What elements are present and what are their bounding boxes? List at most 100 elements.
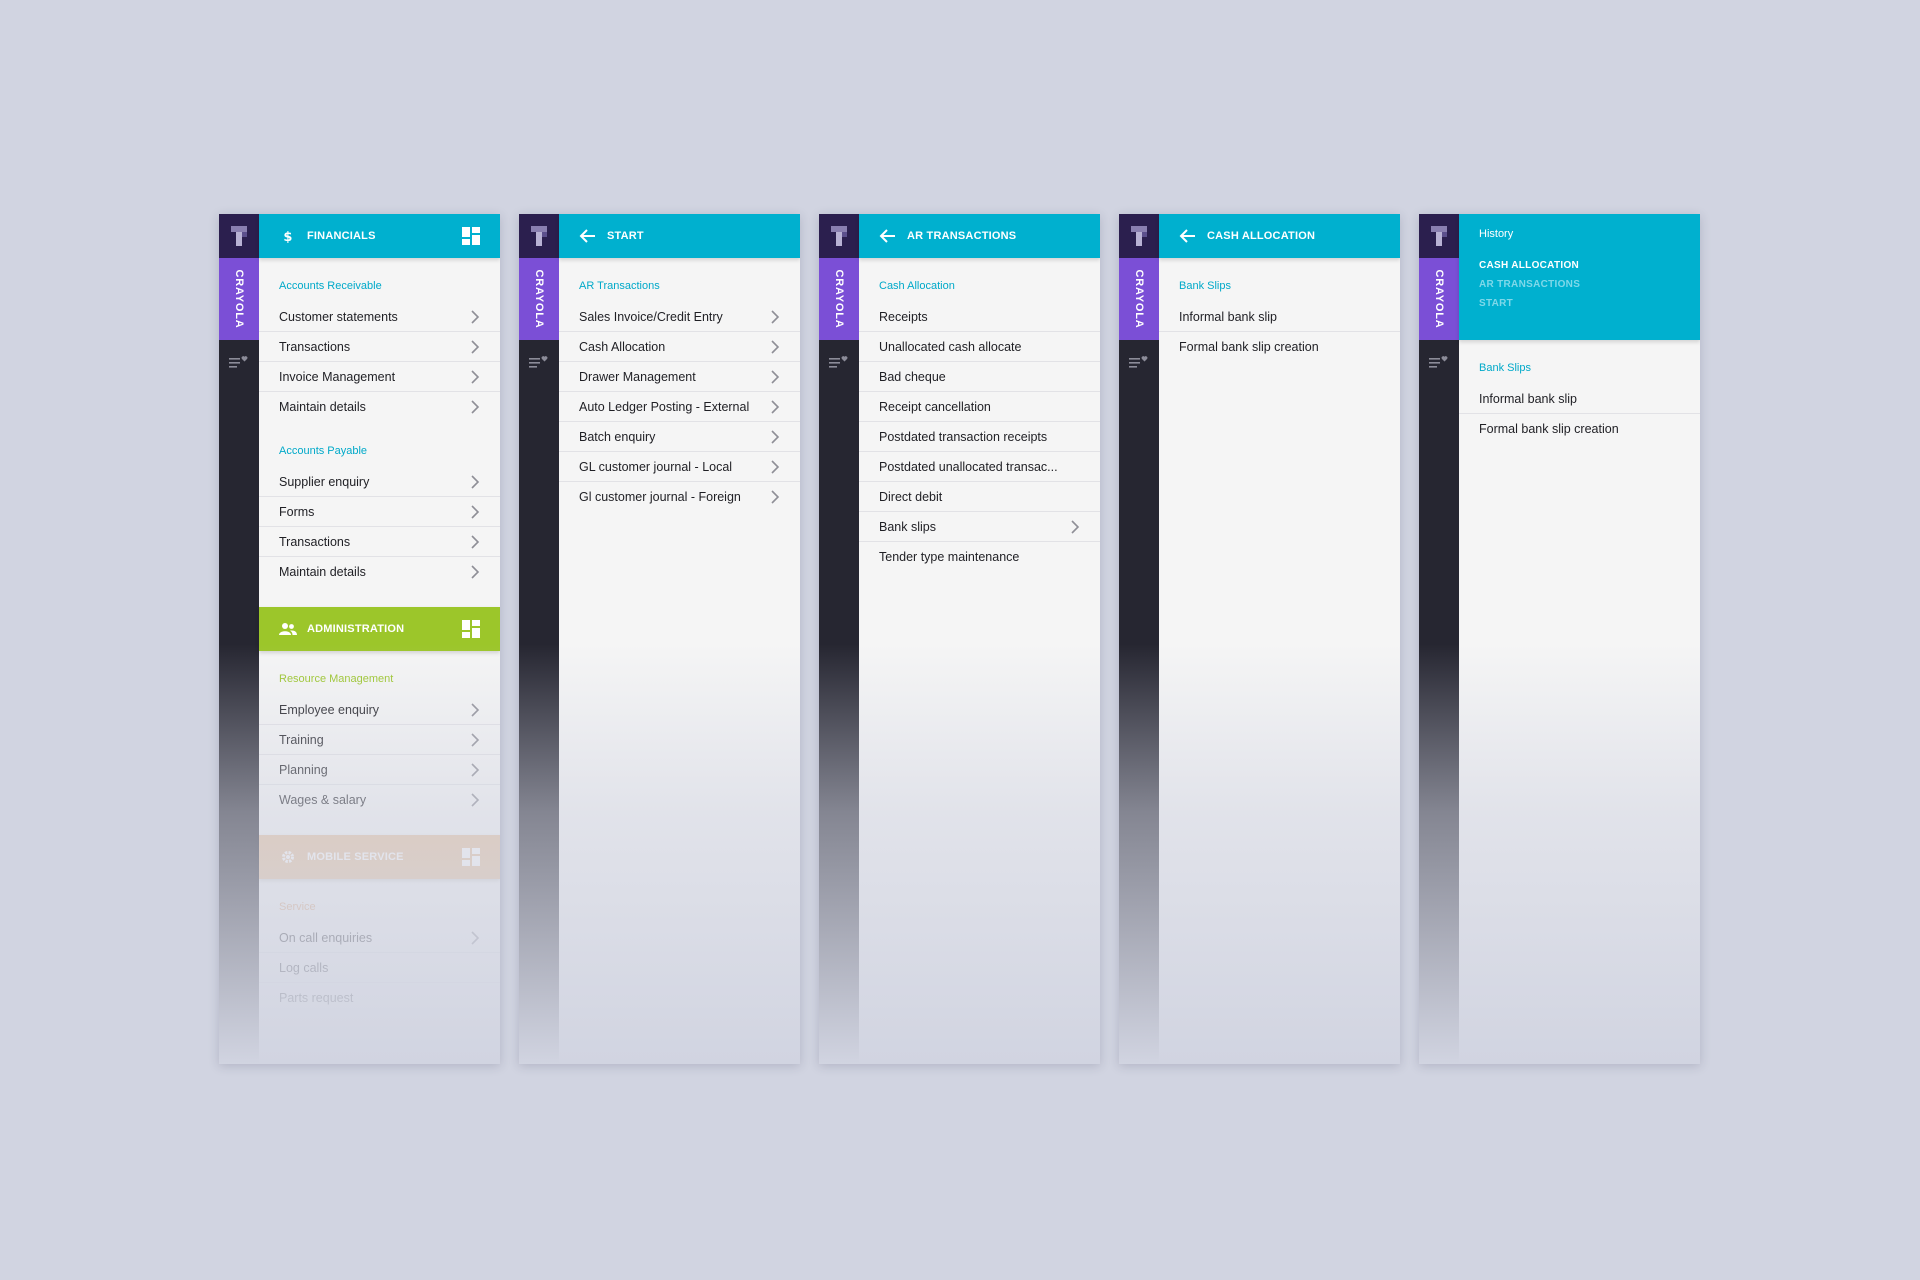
section-label-accounts-receivable: Accounts Receivable — [279, 280, 382, 292]
list-item[interactable]: Bad cheque — [859, 362, 1100, 392]
list-item[interactable]: Postdated unallocated transac... — [859, 452, 1100, 482]
list-item[interactable]: Postdated transaction receipts — [859, 422, 1100, 452]
logo[interactable] — [1119, 214, 1159, 258]
accounts-receivable-list: Customer statements Transactions Invoice… — [259, 302, 500, 422]
list-item[interactable]: Formal bank slip creation — [1459, 414, 1700, 444]
list-item[interactable]: Unallocated cash allocate — [859, 332, 1100, 362]
favorites-list-icon — [529, 356, 548, 368]
history-title: History — [1479, 228, 1514, 240]
chevron-right-icon — [471, 474, 480, 489]
financials-title: FINANCIALS — [307, 230, 376, 242]
list-item[interactable]: Transactions — [259, 332, 500, 362]
chevron-right-icon — [1071, 519, 1080, 534]
dashboard-icon[interactable] — [462, 848, 480, 866]
list-item[interactable]: Log calls — [259, 953, 500, 983]
list-item[interactable]: Bank slips — [859, 512, 1100, 542]
list-item[interactable]: Batch enquiry — [559, 422, 800, 452]
chevron-right-icon — [771, 339, 780, 354]
brand-label: CRAYOLA — [233, 269, 245, 329]
favorites-button[interactable] — [1419, 340, 1459, 384]
arrow-left-icon[interactable] — [579, 227, 597, 245]
list-item[interactable]: Cash Allocation — [559, 332, 800, 362]
logo-icon — [231, 226, 247, 246]
side-rail: CRAYOLA — [819, 214, 859, 1064]
list-item[interactable]: Transactions — [259, 527, 500, 557]
list-item[interactable]: Parts request — [259, 983, 500, 1013]
history-item-ar-transactions[interactable]: AR TRANSACTIONS — [1479, 279, 1680, 290]
list-item[interactable]: Training — [259, 725, 500, 755]
chevron-right-icon — [771, 490, 780, 504]
gear-icon — [279, 848, 297, 866]
list-item[interactable]: On call enquiries — [259, 923, 500, 953]
logo[interactable] — [219, 214, 259, 258]
list-item[interactable]: Employee enquiry — [259, 695, 500, 725]
chevron-right-icon — [771, 369, 780, 384]
brand-tab[interactable]: CRAYOLA — [219, 258, 259, 340]
nav-panel-cash-allocation: CRAYOLA CASH ALLOCATION Bank Slips Infor… — [1119, 214, 1400, 1064]
chevron-right-icon — [771, 309, 780, 324]
arrow-left-icon[interactable] — [879, 227, 897, 245]
list-item[interactable]: GL customer journal - Local — [559, 452, 800, 482]
list-item[interactable]: Auto Ledger Posting - External — [559, 392, 800, 422]
menu-content: CASH ALLOCATION Bank Slips Informal bank… — [1159, 214, 1400, 1064]
list-item[interactable]: Formal bank slip creation — [1159, 332, 1400, 362]
list-item[interactable]: Wages & salary — [259, 785, 500, 815]
list-item[interactable]: Supplier enquiry — [259, 467, 500, 497]
start-header[interactable]: START — [559, 214, 800, 258]
logo[interactable] — [519, 214, 559, 258]
ar-transactions-header[interactable]: AR TRANSACTIONS — [859, 214, 1100, 258]
logo-icon — [1131, 226, 1147, 246]
favorites-button[interactable] — [219, 340, 259, 384]
logo[interactable] — [819, 214, 859, 258]
mobile-service-header[interactable]: MOBILE SERVICE — [259, 835, 500, 879]
chevron-right-icon — [471, 930, 480, 945]
section-label-accounts-payable: Accounts Payable — [279, 445, 368, 457]
start-title: START — [607, 230, 644, 242]
dashboard-icon[interactable] — [462, 620, 480, 638]
logo-icon — [531, 226, 547, 246]
list-item[interactable]: Direct debit — [859, 482, 1100, 512]
chevron-right-icon — [471, 339, 480, 354]
section-label-bank-slips: Bank Slips — [1179, 280, 1231, 292]
cash-allocation-header[interactable]: CASH ALLOCATION — [1159, 214, 1400, 258]
list-item[interactable]: Customer statements — [259, 302, 500, 332]
list-item[interactable]: Maintain details — [259, 392, 500, 422]
list-item[interactable]: Tender type maintenance — [859, 542, 1100, 572]
menu-content: AR TRANSACTIONS Cash Allocation Receipts… — [859, 214, 1100, 1064]
brand-tab[interactable]: CRAYOLA — [819, 258, 859, 340]
list-item[interactable]: Gl customer journal - Foreign — [559, 482, 800, 512]
list-item[interactable]: Forms — [259, 497, 500, 527]
favorites-button[interactable] — [519, 340, 559, 384]
bank-slips-list: Informal bank slip Formal bank slip crea… — [1159, 302, 1400, 362]
side-rail: CRAYOLA — [1419, 214, 1459, 1064]
mobile-service-title: MOBILE SERVICE — [307, 851, 404, 863]
list-item[interactable]: Maintain details — [259, 557, 500, 587]
chevron-right-icon — [771, 399, 780, 414]
logo[interactable] — [1419, 214, 1459, 258]
list-item[interactable]: Drawer Management — [559, 362, 800, 392]
bank-slips-list: Informal bank slip Formal bank slip crea… — [1459, 384, 1700, 444]
list-item[interactable]: Sales Invoice/Credit Entry — [559, 302, 800, 332]
favorites-button[interactable] — [1119, 340, 1159, 384]
history-item-start[interactable]: START — [1479, 298, 1680, 309]
financials-header[interactable]: $ FINANCIALS — [259, 214, 500, 258]
section-label-resource-management: Resource Management — [279, 673, 394, 685]
brand-tab[interactable]: CRAYOLA — [1419, 258, 1459, 340]
list-item[interactable]: Planning — [259, 755, 500, 785]
favorites-list-icon — [829, 356, 848, 368]
list-item[interactable]: Informal bank slip — [1459, 384, 1700, 414]
brand-tab[interactable]: CRAYOLA — [1119, 258, 1159, 340]
list-item[interactable]: Informal bank slip — [1159, 302, 1400, 332]
favorites-button[interactable] — [819, 340, 859, 384]
dashboard-icon[interactable] — [462, 227, 480, 245]
list-item[interactable]: Receipts — [859, 302, 1100, 332]
list-item[interactable]: Invoice Management — [259, 362, 500, 392]
administration-header[interactable]: ADMINISTRATION — [259, 607, 500, 651]
brand-tab[interactable]: CRAYOLA — [519, 258, 559, 340]
history-item-cash-allocation[interactable]: CASH ALLOCATION — [1479, 260, 1680, 271]
service-list: On call enquiries Log calls Parts reques… — [259, 923, 500, 1013]
accounts-payable-list: Supplier enquiry Forms Transactions Main… — [259, 467, 500, 587]
arrow-left-icon[interactable] — [1179, 227, 1197, 245]
nav-panel-ar-transactions: CRAYOLA AR TRANSACTIONS Cash Allocation … — [819, 214, 1100, 1064]
list-item[interactable]: Receipt cancellation — [859, 392, 1100, 422]
